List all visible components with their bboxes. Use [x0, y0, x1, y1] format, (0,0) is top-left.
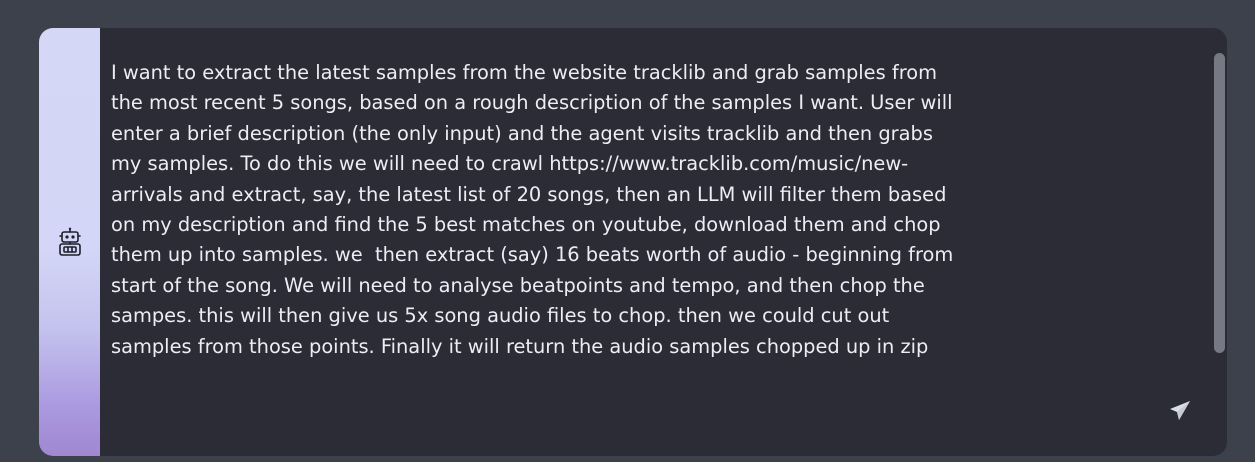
robot-icon	[58, 227, 81, 256]
scrollbar-thumb[interactable]	[1214, 53, 1225, 353]
paper-plane-icon	[1170, 401, 1190, 420]
chat-input-panel: I want to extract the latest samples fro…	[39, 28, 1227, 456]
agent-indicator-strip	[39, 28, 100, 456]
prompt-line: I want to extract the latest samples fro…	[111, 61, 938, 84]
prompt-line: arrivals and extract, say, the latest li…	[111, 182, 947, 206]
send-button[interactable]	[1166, 397, 1194, 425]
prompt-line: sampes. this will then give us 5x song a…	[111, 304, 890, 328]
prompt-line: my samples. To do this we will need to c…	[111, 152, 909, 176]
prompt-line: samples from those points. Finally it wi…	[111, 334, 929, 358]
prompt-line: them up into samples. we then extract (s…	[111, 243, 954, 267]
prompt-text[interactable]: I want to extract the latest samples fro…	[111, 58, 1171, 362]
prompt-line: start of the song. We will need to analy…	[111, 273, 925, 297]
prompt-textarea[interactable]: I want to extract the latest samples fro…	[100, 28, 1227, 456]
prompt-line: on my description and find the 5 best ma…	[111, 213, 941, 237]
prompt-line: the most recent 5 songs, based on a roug…	[111, 91, 953, 115]
prompt-line: enter a brief description (the only inpu…	[111, 121, 933, 145]
